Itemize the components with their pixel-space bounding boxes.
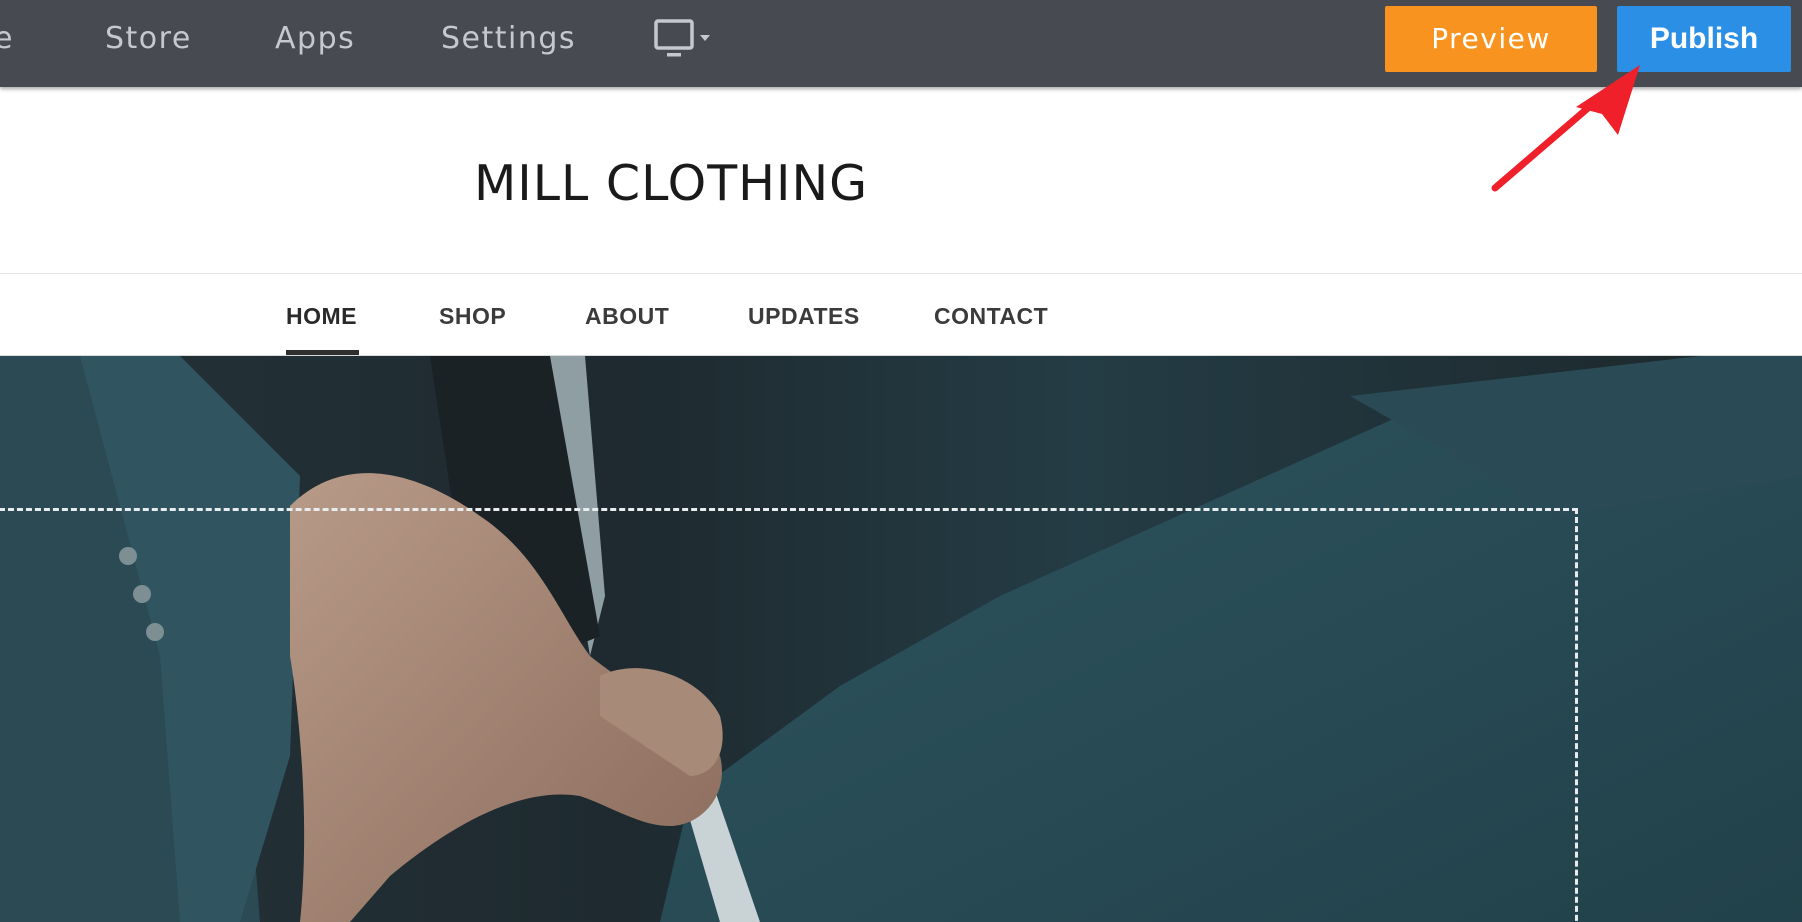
toolbar-nav-item-truncated[interactable]: e bbox=[0, 20, 14, 58]
site-navigation: HOME SHOP ABOUT UPDATES CONTACT bbox=[0, 274, 1802, 356]
device-preview-toggle[interactable] bbox=[654, 19, 716, 59]
nav-link-updates[interactable]: UPDATES bbox=[748, 301, 860, 331]
nav-link-shop[interactable]: SHOP bbox=[439, 301, 506, 331]
publish-button[interactable]: Publish bbox=[1617, 6, 1791, 72]
preview-button[interactable]: Preview bbox=[1385, 6, 1597, 72]
chevron-down-icon bbox=[700, 35, 710, 41]
site-header: MILL CLOTHING bbox=[0, 87, 1802, 274]
toolbar-nav-settings[interactable]: Settings bbox=[441, 20, 576, 58]
nav-link-contact[interactable]: CONTACT bbox=[934, 301, 1048, 331]
site-title[interactable]: MILL CLOTHING bbox=[474, 156, 868, 212]
desktop-monitor-icon bbox=[654, 19, 710, 57]
nav-link-about[interactable]: ABOUT bbox=[585, 301, 669, 331]
toolbar-nav-store[interactable]: Store bbox=[105, 20, 192, 58]
nav-link-home[interactable]: HOME bbox=[286, 301, 357, 331]
hero-section bbox=[0, 356, 1802, 922]
editor-toolbar: e Store Apps Settings Preview Publish bbox=[0, 0, 1802, 87]
active-nav-indicator bbox=[286, 350, 359, 355]
editable-section-outline[interactable] bbox=[0, 508, 1578, 922]
toolbar-nav-apps[interactable]: Apps bbox=[275, 20, 355, 58]
